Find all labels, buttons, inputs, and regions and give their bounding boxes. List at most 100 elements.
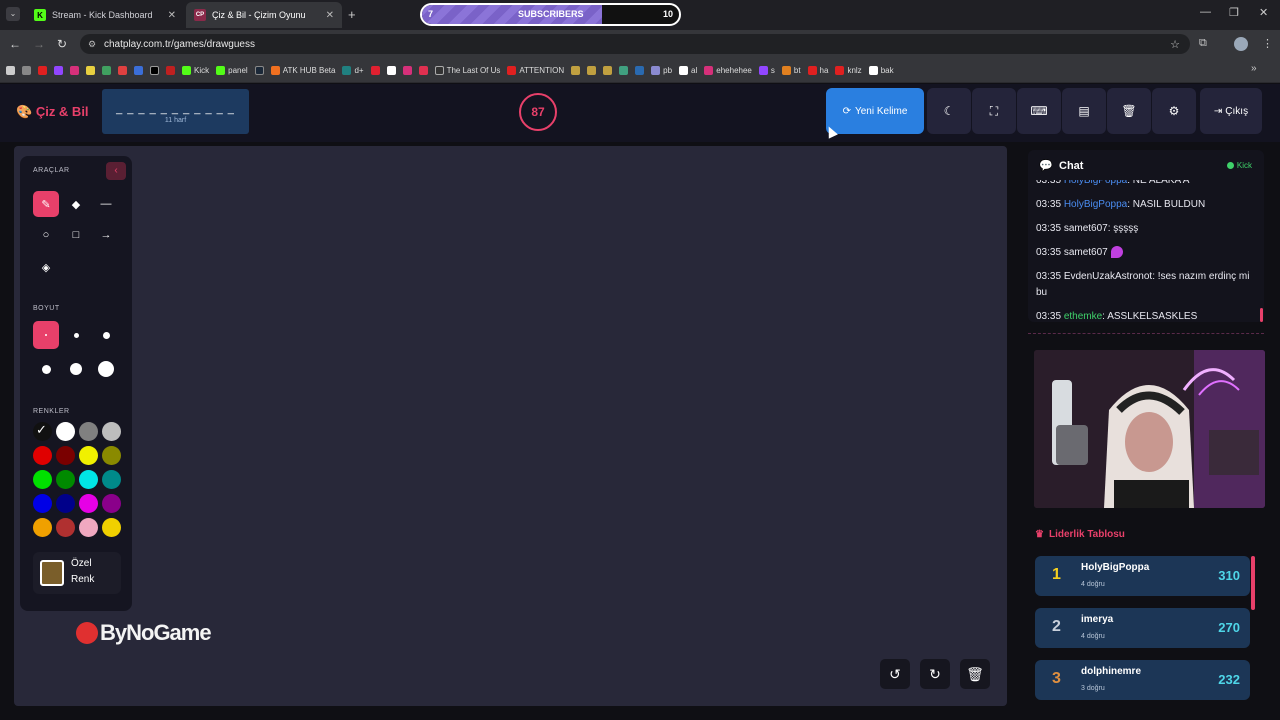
address-input[interactable]: ⚙ chatplay.com.tr/games/drawguess ☆ <box>80 34 1190 54</box>
circle-tool-button[interactable]: ○ <box>33 222 59 248</box>
eraser-tool-button[interactable]: ◆ <box>63 191 89 217</box>
chat-username[interactable]: HolyBigPoppa <box>1064 199 1127 210</box>
profile-avatar[interactable] <box>1234 37 1248 51</box>
color-swatch[interactable] <box>56 446 75 465</box>
bookmark-kick[interactable]: Kick <box>182 65 209 75</box>
color-swatch[interactable] <box>79 518 98 537</box>
site-info-icon[interactable]: ⚙ <box>88 39 96 50</box>
bookmark-icon[interactable] <box>386 65 396 75</box>
color-swatch[interactable] <box>102 494 121 513</box>
settings-button[interactable]: ⚙ <box>1152 88 1196 134</box>
bookmark-pb[interactable]: pb <box>651 65 672 75</box>
size-5-button[interactable] <box>63 355 89 383</box>
bookmark-al[interactable]: al <box>679 65 697 75</box>
twitch-icon[interactable] <box>54 65 63 75</box>
color-swatch[interactable] <box>102 518 121 537</box>
back-icon[interactable]: ← <box>9 37 21 51</box>
color-swatch[interactable] <box>56 494 75 513</box>
bookmark-ehehehee[interactable]: ehehehee <box>704 65 752 75</box>
arrow-tool-button[interactable]: → <box>93 222 119 248</box>
tab-kick-dashboard[interactable]: K Stream - Kick Dashboard ✕ <box>26 2 184 28</box>
size-2-button[interactable] <box>63 321 89 349</box>
undo-button[interactable]: ↺ <box>880 659 910 689</box>
fullscreen-button[interactable]: ⛶ <box>972 88 1016 134</box>
brush-tool-button[interactable]: ✎ <box>33 191 59 217</box>
size-3-button[interactable] <box>93 321 119 349</box>
reload-icon[interactable]: ↻ <box>57 37 67 51</box>
new-word-button[interactable]: ⟳ Yeni Kelime <box>826 88 924 134</box>
facebook-icon[interactable] <box>134 65 143 75</box>
color-swatch[interactable] <box>102 422 121 441</box>
size-4-button[interactable] <box>33 355 59 383</box>
bookmark-icon[interactable] <box>571 65 581 75</box>
leaderboard-scrollbar[interactable] <box>1251 556 1255 610</box>
custom-color-button[interactable]: Özel Renk <box>33 552 121 594</box>
bookmark-the-last-of-us[interactable]: The Last Of Us <box>434 65 500 75</box>
redo-button[interactable]: ↻ <box>920 659 950 689</box>
new-tab-icon[interactable]: + <box>348 7 356 22</box>
bookmark-icon[interactable] <box>418 65 428 75</box>
color-swatch[interactable] <box>56 470 75 489</box>
color-swatch[interactable] <box>56 422 75 441</box>
color-swatch[interactable] <box>102 470 121 489</box>
bookmark-knlz[interactable]: knlz <box>835 65 862 75</box>
fill-tool-button[interactable]: ◈ <box>33 254 59 280</box>
size-6-button[interactable] <box>93 355 119 383</box>
bookmark-icon[interactable] <box>102 65 111 75</box>
bookmark-s[interactable]: s <box>758 65 775 75</box>
tab-search-button[interactable]: ⌄ <box>6 7 20 21</box>
rectangle-tool-button[interactable]: □ <box>63 222 89 248</box>
color-swatch[interactable] <box>56 518 75 537</box>
bookmark-attention[interactable]: ATTENTION <box>507 65 564 75</box>
more-bookmarks-icon[interactable]: » <box>1251 63 1257 74</box>
linkedin-icon[interactable] <box>635 65 645 75</box>
chat-username[interactable]: samet607 <box>1064 223 1108 234</box>
color-swatch[interactable]: ✓ <box>33 422 52 441</box>
bookmark-icon[interactable] <box>86 65 95 75</box>
color-swatch[interactable] <box>79 422 98 441</box>
bookmark-ha[interactable]: ha <box>807 65 828 75</box>
color-swatch[interactable] <box>79 470 98 489</box>
chat-scrollbar[interactable] <box>1260 308 1263 322</box>
collapse-panel-button[interactable]: ‹ <box>106 162 126 180</box>
color-swatch[interactable] <box>102 446 121 465</box>
pinterest-icon[interactable] <box>370 65 380 75</box>
instagram-icon[interactable] <box>70 65 79 75</box>
line-tool-button[interactable]: — <box>93 191 119 217</box>
restore-icon[interactable]: ❐ <box>1229 6 1239 19</box>
bookmark-bt[interactable]: bt <box>781 65 801 75</box>
color-swatch[interactable] <box>79 494 98 513</box>
chat-username[interactable]: samet607 <box>1064 247 1108 258</box>
steam-icon[interactable] <box>254 65 264 75</box>
color-swatch[interactable] <box>33 494 52 513</box>
chat-username[interactable]: EvdenUzakAstronot <box>1064 271 1152 282</box>
apps-icon[interactable] <box>6 65 15 75</box>
tab-ciz-bil[interactable]: CP Çiz & Bil - Çizim Oyunu ✕ <box>186 2 342 28</box>
delete-button[interactable]: 🗑 <box>1107 88 1151 134</box>
bookmark-icon[interactable] <box>619 65 629 75</box>
close-tab-icon[interactable]: ✕ <box>326 10 334 21</box>
youtube-icon[interactable] <box>38 65 47 75</box>
clear-canvas-button[interactable]: 🗑 <box>960 659 990 689</box>
bookmark-icon[interactable] <box>166 65 175 75</box>
chat-username[interactable]: ethemke <box>1064 311 1102 320</box>
extensions-icon[interactable]: ⧉ <box>1199 37 1207 50</box>
close-tab-icon[interactable]: ✕ <box>168 10 176 21</box>
bookmark-icon[interactable] <box>587 65 597 75</box>
bookmark-icon[interactable] <box>603 65 613 75</box>
bookmark-panel[interactable]: panel <box>216 65 248 75</box>
logout-button[interactable]: ⇥ Çıkış <box>1200 88 1262 134</box>
bookmark-atk-hub[interactable]: ATK HUB Beta <box>270 65 335 75</box>
color-swatch[interactable] <box>33 446 52 465</box>
chat-messages[interactable]: 03:35 HolyBigPoppa: NE ALAKA A 03:35 Holy… <box>1036 180 1254 320</box>
instagram-icon[interactable] <box>402 65 412 75</box>
forward-icon[interactable]: → <box>33 37 45 51</box>
close-window-icon[interactable]: ✕ <box>1259 6 1268 19</box>
minimize-icon[interactable]: — <box>1200 6 1211 18</box>
browser-menu-icon[interactable]: ⋮ <box>1262 37 1273 50</box>
x-icon[interactable] <box>150 65 159 75</box>
size-1-button[interactable] <box>33 321 59 349</box>
keyboard-button[interactable]: ⌨ <box>1017 88 1061 134</box>
chat-username[interactable]: HolyBigPoppa <box>1064 180 1127 186</box>
bookmark-bak[interactable]: bak <box>868 65 894 75</box>
